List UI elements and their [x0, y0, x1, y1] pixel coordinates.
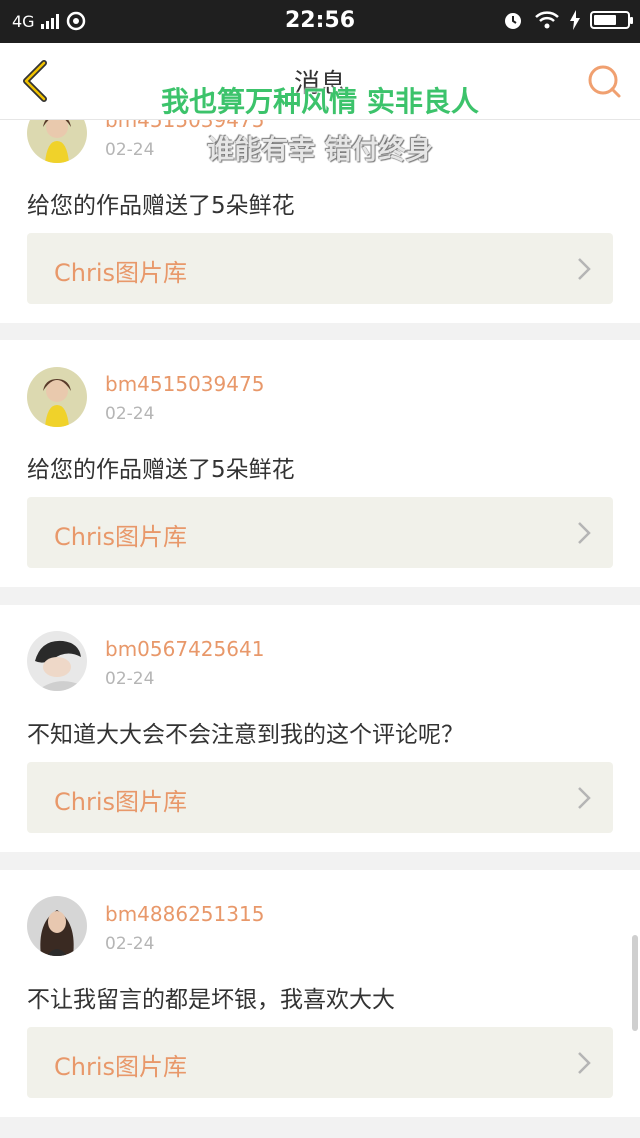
status-bar: 4G 22:56 [0, 0, 640, 43]
message-text: 给您的作品赠送了5朵鲜花 [27, 457, 295, 483]
battery-icon [590, 11, 633, 29]
message-card[interactable]: bm4515039475 02-24 给您的作品赠送了5朵鲜花 Chris图片库 [0, 340, 640, 587]
alarm-icon [505, 13, 521, 29]
work-link[interactable]: Chris图片库 [27, 1027, 613, 1098]
username[interactable]: bm4886251315 [105, 902, 264, 926]
chevron-right-icon [578, 787, 591, 809]
username[interactable]: bm4515039475 [105, 372, 264, 396]
message-date: 02-24 [105, 934, 155, 954]
username[interactable]: bm0567425641 [105, 637, 264, 661]
work-title: Chris图片库 [54, 259, 188, 287]
message-card[interactable]: bm4886251315 02-24 不让我留言的都是坏银，我喜欢大大 Chri… [0, 870, 640, 1117]
scrollbar[interactable] [632, 935, 638, 1031]
work-link[interactable]: Chris图片库 [27, 497, 613, 568]
wifi-icon [535, 11, 559, 29]
message-card[interactable]: bm0567425641 02-24 不知道大大会不会注意到我的这个评论呢？ C… [0, 605, 640, 852]
work-link[interactable]: Chris图片库 [27, 233, 613, 304]
work-title: Chris图片库 [54, 1053, 188, 1081]
message-text: 不知道大大会不会注意到我的这个评论呢？ [27, 722, 464, 748]
avatar-boy[interactable] [27, 631, 87, 691]
charging-icon [570, 10, 580, 30]
chevron-right-icon [578, 522, 591, 544]
work-title: Chris图片库 [54, 523, 188, 551]
subtitle-line-1: 我也算万种风情 实非良人 [161, 85, 479, 118]
work-link[interactable]: Chris图片库 [27, 762, 613, 833]
message-date: 02-24 [105, 404, 155, 424]
message-text: 给您的作品赠送了5朵鲜花 [27, 193, 295, 219]
chevron-right-icon [578, 258, 591, 280]
work-title: Chris图片库 [54, 788, 188, 816]
status-right [502, 9, 633, 31]
message-feed: bm4515039475 02-24 给您的作品赠送了5朵鲜花 Chris图片库… [0, 120, 640, 1138]
avatar-girl[interactable] [27, 367, 87, 427]
subtitle-line-2: 谁能有幸 错付终身 [207, 135, 433, 166]
message-date: 02-24 [105, 669, 155, 689]
chevron-right-icon [578, 1052, 591, 1074]
message-text: 不让我留言的都是坏银，我喜欢大大 [27, 987, 395, 1013]
avatar-woman[interactable] [27, 896, 87, 956]
